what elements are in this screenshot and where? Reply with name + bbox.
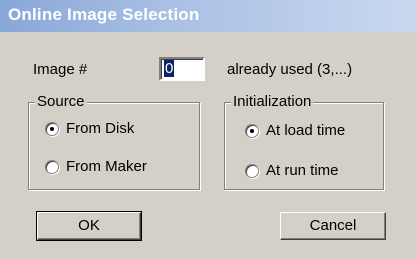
radio-button[interactable] <box>245 164 259 178</box>
title-bar[interactable]: Online Image Selection <box>0 0 417 32</box>
cancel-button[interactable]: Cancel <box>280 212 386 240</box>
window-title: Online Image Selection <box>8 5 200 24</box>
initialization-group: Initialization At load time At run time <box>224 93 384 190</box>
image-number-input[interactable]: 0 <box>159 57 205 81</box>
radio-label: At load time <box>266 122 346 139</box>
initialization-legend: Initialization <box>231 93 314 111</box>
source-group: Source From Disk From Maker <box>28 93 200 190</box>
image-number-label: Image # <box>33 61 88 78</box>
dialog-window: Online Image Selection Image # 0 already… <box>0 0 417 259</box>
radio-button[interactable] <box>245 124 259 138</box>
radio-label: From Disk <box>66 120 135 137</box>
radio-label: From Maker <box>66 158 147 175</box>
radio-label: At run time <box>266 162 339 179</box>
ok-button[interactable]: OK <box>36 211 142 241</box>
radio-selected-dot <box>250 129 254 133</box>
already-used-text: already used (3,...) <box>227 61 353 78</box>
source-legend: Source <box>35 93 87 111</box>
image-number-value: 0 <box>164 60 175 77</box>
radio-selected-dot <box>50 127 54 131</box>
cancel-button-label: Cancel <box>309 217 357 234</box>
ok-button-label: OK <box>78 217 100 234</box>
radio-button[interactable] <box>45 122 59 136</box>
radio-button[interactable] <box>45 160 59 174</box>
